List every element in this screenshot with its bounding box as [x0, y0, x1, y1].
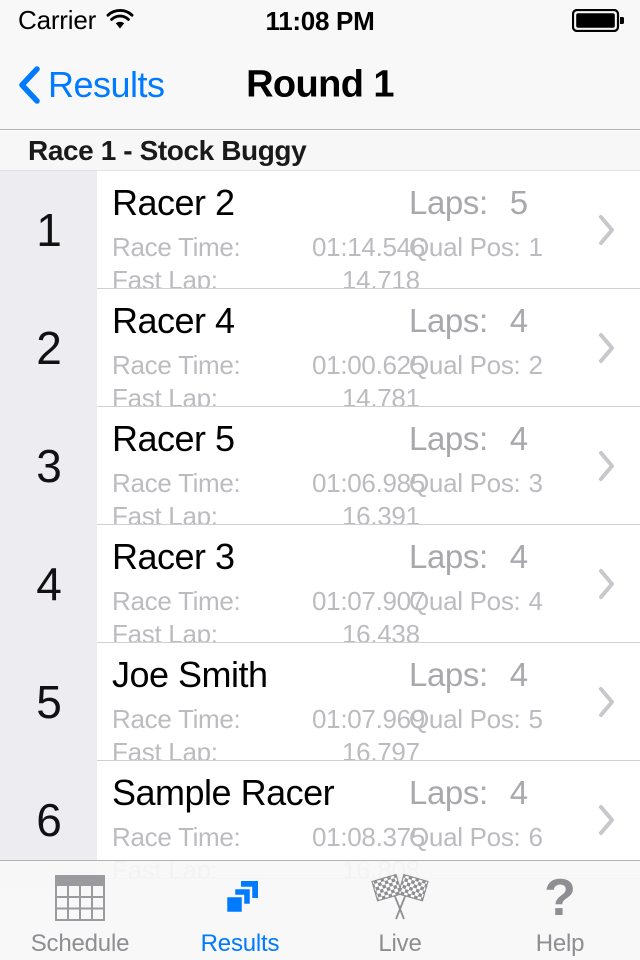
chevron-right-icon — [598, 450, 616, 482]
qual-pos-value: 6 — [528, 822, 543, 852]
tab-results[interactable]: Results — [160, 861, 320, 960]
qual-pos-label: Qual Pos: — [409, 350, 521, 380]
position-cell: 4 — [0, 525, 97, 643]
tab-help-label: Help — [535, 929, 585, 957]
row-body: Racer 5 Laps: 4 Race Time: 01:06.985 Fast… — [97, 407, 640, 531]
tab-results-label: Results — [200, 929, 280, 957]
tab-live[interactable]: Live — [320, 861, 480, 960]
row-body: Joe Smith Laps: 4 Race Time: 01:07.969 Fa… — [97, 643, 640, 767]
qual-pos-label: Qual Pos: — [409, 822, 521, 852]
laps-value: 4 — [509, 538, 528, 575]
laps-value: 5 — [509, 184, 528, 221]
position-cell: 1 — [0, 171, 97, 289]
race-time-label: Race Time: — [112, 822, 241, 852]
table-row[interactable]: 4 Racer 3 Laps: 4 Race Time: 01:07.907 Fa… — [0, 525, 640, 649]
section-header-label: Race 1 - Stock Buggy — [28, 134, 307, 166]
qual-pos-field: Qual Pos: 6 — [409, 822, 543, 853]
qual-pos-value: 5 — [528, 704, 543, 734]
row-body: Racer 2 Laps: 5 Race Time: 01:14.546 Fast… — [97, 171, 640, 295]
results-list[interactable]: 1 Racer 2 Laps: 5 Race Time: 01:14.546 Fa… — [0, 171, 640, 889]
laps-field: Laps: 4 — [409, 774, 528, 812]
tab-live-label: Live — [378, 929, 422, 957]
battery-full-icon — [571, 8, 624, 33]
qual-pos-field: Qual Pos: 3 — [409, 468, 543, 499]
position-cell: 3 — [0, 407, 97, 525]
racer-name: Racer 2 — [112, 182, 235, 223]
chevron-right-icon — [598, 332, 616, 364]
clock-label: 11:08 PM — [265, 6, 375, 36]
question-mark-icon: ? — [540, 870, 580, 926]
qual-pos-value: 3 — [528, 468, 543, 498]
race-time-label: Race Time: — [112, 586, 241, 616]
qual-pos-label: Qual Pos: — [409, 232, 521, 262]
laps-value: 4 — [509, 774, 528, 811]
position-value: 2 — [36, 322, 62, 374]
race-time-label: Race Time: — [112, 704, 241, 734]
racer-name: Racer 3 — [112, 536, 235, 577]
table-row[interactable]: 1 Racer 2 Laps: 5 Race Time: 01:14.546 Fa… — [0, 171, 640, 295]
section-header: Race 1 - Stock Buggy — [0, 131, 640, 171]
laps-field: Laps: 4 — [409, 538, 528, 576]
position-value: 1 — [36, 204, 62, 256]
svg-text:?: ? — [544, 873, 576, 923]
position-value: 4 — [36, 558, 62, 610]
qual-pos-label: Qual Pos: — [409, 468, 521, 498]
laps-value: 4 — [509, 656, 528, 693]
tab-schedule-label: Schedule — [30, 929, 130, 957]
position-value: 5 — [36, 676, 62, 728]
laps-label: Laps: — [409, 656, 488, 693]
position-value: 3 — [36, 440, 62, 492]
page-title: Round 1 — [246, 63, 394, 105]
stacked-cards-icon — [215, 870, 265, 926]
tab-help[interactable]: ? Help — [480, 861, 640, 960]
racer-name: Racer 5 — [112, 418, 235, 459]
row-body: Racer 4 Laps: 4 Race Time: 01:00.625 Fast… — [97, 289, 640, 413]
position-value: 6 — [36, 794, 62, 846]
qual-pos-value: 1 — [528, 232, 543, 262]
calendar-icon — [55, 870, 105, 926]
laps-label: Laps: — [409, 184, 488, 221]
position-cell: 2 — [0, 289, 97, 407]
race-time-label: Race Time: — [112, 350, 241, 380]
chevron-right-icon — [598, 804, 616, 836]
table-row[interactable]: 5 Joe Smith Laps: 4 Race Time: 01:07.969 … — [0, 643, 640, 767]
tab-schedule[interactable]: Schedule — [0, 861, 160, 960]
qual-pos-label: Qual Pos: — [409, 586, 521, 616]
racer-name: Racer 4 — [112, 300, 235, 341]
table-row[interactable]: 2 Racer 4 Laps: 4 Race Time: 01:00.625 Fa… — [0, 289, 640, 413]
checkered-flags-icon — [370, 870, 430, 926]
race-time-label: Race Time: — [112, 468, 241, 498]
app-root: Carrier 11:08 PM Results Round 1 Race 1 … — [0, 0, 640, 960]
qual-pos-label: Qual Pos: — [409, 704, 521, 734]
qual-pos-field: Qual Pos: 4 — [409, 586, 543, 617]
qual-pos-value: 4 — [528, 586, 543, 616]
laps-value: 4 — [509, 302, 528, 339]
position-cell: 5 — [0, 643, 97, 761]
qual-pos-field: Qual Pos: 5 — [409, 704, 543, 735]
chevron-right-icon — [598, 686, 616, 718]
status-bar: Carrier 11:08 PM — [0, 0, 640, 40]
qual-pos-value: 2 — [528, 350, 543, 380]
chevron-right-icon — [598, 568, 616, 600]
row-body: Racer 3 Laps: 4 Race Time: 01:07.907 Fast… — [97, 525, 640, 649]
laps-value: 4 — [509, 420, 528, 457]
laps-label: Laps: — [409, 538, 488, 575]
laps-label: Laps: — [409, 420, 488, 457]
navigation-bar: Results Round 1 — [0, 40, 640, 130]
table-row[interactable]: 3 Racer 5 Laps: 4 Race Time: 01:06.985 Fa… — [0, 407, 640, 531]
chevron-right-icon — [598, 214, 616, 246]
racer-name: Joe Smith — [112, 654, 268, 695]
qual-pos-field: Qual Pos: 2 — [409, 350, 543, 381]
tab-bar: Schedule Results Live ? Help — [0, 860, 640, 960]
race-time-label: Race Time: — [112, 232, 241, 262]
laps-label: Laps: — [409, 302, 488, 339]
qual-pos-field: Qual Pos: 1 — [409, 232, 543, 263]
laps-label: Laps: — [409, 774, 488, 811]
laps-field: Laps: 4 — [409, 656, 528, 694]
laps-field: Laps: 4 — [409, 420, 528, 458]
laps-field: Laps: 5 — [409, 184, 528, 222]
racer-name: Sample Racer — [112, 772, 335, 813]
laps-field: Laps: 4 — [409, 302, 528, 340]
